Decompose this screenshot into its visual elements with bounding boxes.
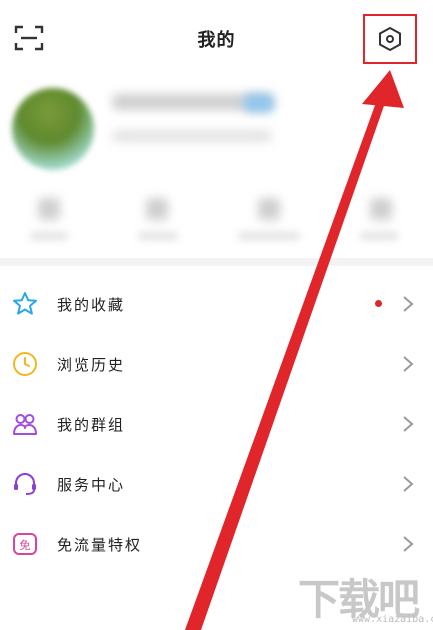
- stat-icon-blurred: [146, 198, 168, 220]
- stat-icon-blurred: [370, 198, 392, 220]
- settings-icon: [379, 26, 401, 52]
- chevron-right-icon: [403, 476, 414, 492]
- watermark: 下载吧 www.xiazaiba.com: [290, 566, 433, 628]
- menu-item-groups[interactable]: 我的群组: [0, 394, 433, 454]
- avatar: [12, 88, 94, 170]
- user-subtitle-blurred: [112, 130, 272, 142]
- stat-label-blurred: [238, 232, 300, 240]
- menu-item-history[interactable]: 浏览历史: [0, 334, 433, 394]
- chevron-right-icon: [403, 296, 414, 312]
- stat-label-blurred: [360, 232, 398, 240]
- user-badge-blurred: [244, 94, 274, 112]
- free-data-icon: 免: [13, 533, 37, 555]
- stat-label-blurred: [138, 232, 178, 240]
- header: 我的: [0, 0, 433, 80]
- menu-item-service-center[interactable]: 服务中心: [0, 454, 433, 514]
- group-icon: [13, 414, 37, 435]
- clock-icon: [13, 352, 37, 376]
- settings-button[interactable]: [363, 14, 417, 64]
- section-divider: [0, 258, 433, 266]
- menu-item-label: 免流量特权: [57, 536, 143, 554]
- menu-item-label: 我的收藏: [57, 296, 126, 314]
- star-icon: [13, 292, 37, 315]
- stat-icon-blurred: [38, 198, 60, 220]
- stat-icon-blurred: [258, 198, 280, 220]
- chevron-right-icon: [403, 356, 414, 372]
- menu-item-favorites[interactable]: 我的收藏: [0, 274, 433, 334]
- watermark-url: www.xiazaiba.com: [352, 614, 433, 625]
- menu-item-label: 浏览历史: [57, 356, 126, 374]
- menu-item-label: 服务中心: [57, 476, 126, 494]
- chevron-right-icon: [403, 536, 414, 552]
- notification-dot: [375, 300, 382, 307]
- menu-item-free-data[interactable]: 免 免流量特权: [0, 514, 433, 574]
- free-data-icon-text: 免: [20, 538, 31, 552]
- profile-card[interactable]: [0, 80, 433, 260]
- stat-label-blurred: [30, 232, 68, 240]
- headset-icon: [14, 473, 36, 495]
- menu-item-label: 我的群组: [57, 416, 126, 434]
- menu-list: 我的收藏 浏览历史 我的群组 服务中心 免 免流量特权: [0, 274, 433, 574]
- chevron-right-icon: [403, 416, 414, 432]
